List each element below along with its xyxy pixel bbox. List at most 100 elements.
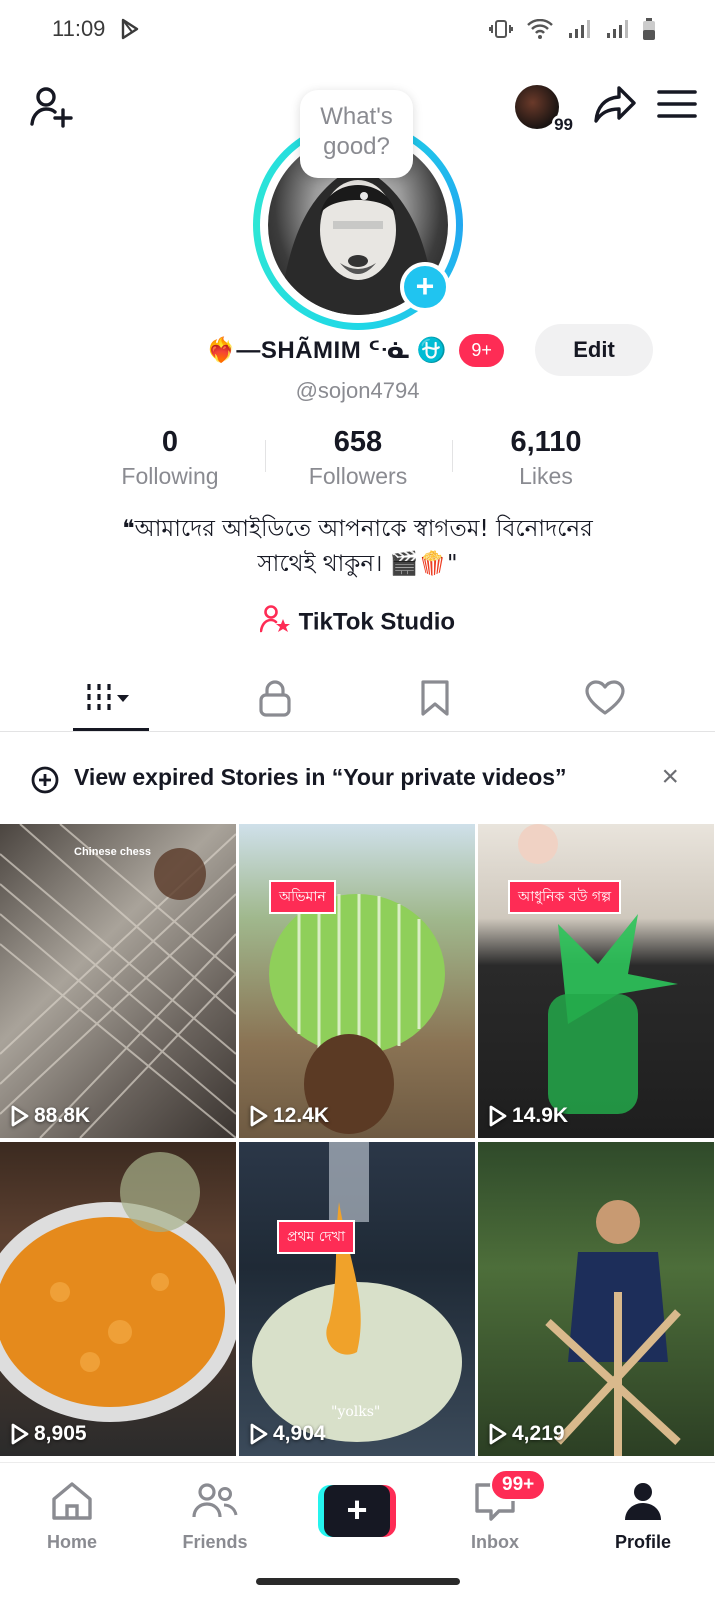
stat-likes[interactable]: 6,110 Likes (456, 426, 636, 490)
video-tag: প্রথম দেখা (277, 1220, 356, 1254)
tab-videos[interactable] (72, 664, 152, 732)
add-story-button[interactable]: + (400, 262, 450, 312)
nav-inbox-label: Inbox (471, 1532, 519, 1552)
view-count-text: 14.9K (512, 1104, 569, 1127)
notification-badge[interactable]: 9+ (459, 333, 504, 367)
home-icon (52, 1482, 92, 1520)
lock-icon (259, 680, 291, 717)
bio-line-1: ❝আমাদের আইডিতে আপনাকে স্বাগতম! বিনোদনের (122, 516, 593, 542)
profile-tabs (0, 664, 715, 732)
display-name: ❤️‍🔥—SHÃMIM ᑦᓍ ⛎ (206, 336, 448, 364)
view-count-text: 88.8K (34, 1104, 91, 1127)
tab-liked[interactable] (565, 664, 645, 732)
friends-icon (192, 1483, 238, 1518)
video-caption: Chinese chess (74, 846, 152, 858)
banner-text: View expired Stories in “Your private vi… (74, 764, 567, 790)
play-icon (11, 1105, 29, 1127)
plus-icon: + (324, 1485, 390, 1537)
play-icon (250, 1105, 268, 1127)
signal-icon-2 (605, 19, 629, 44)
following-label: Following (121, 463, 219, 489)
tab-private[interactable] (235, 664, 315, 732)
bio-line-2: সাথেই থাকুন। 🎬🍿" (257, 551, 458, 577)
video-tile[interactable]: 8,905 (0, 1142, 236, 1456)
profile-icon (625, 1483, 661, 1520)
add-user-icon (30, 87, 73, 128)
video-tag: আধুনিক বউ গল্প (508, 880, 622, 914)
username: @sojon4794 (295, 378, 420, 403)
expired-stories-banner[interactable]: View expired Stories in “Your private vi… (0, 748, 715, 808)
view-count: 12.4K (249, 1104, 329, 1128)
video-tile[interactable]: 4,219 (478, 1142, 714, 1456)
share-icon (594, 86, 636, 123)
stat-followers[interactable]: 658 Followers (268, 426, 448, 490)
video-tag: অভিমান (269, 880, 336, 914)
video-tile[interactable]: আধুনিক বউ গল্প 14.9K (478, 824, 714, 1138)
followers-label: Followers (308, 463, 408, 489)
play-icon (11, 1423, 29, 1445)
play-store-icon (120, 18, 140, 45)
stat-divider (265, 440, 266, 472)
play-icon (489, 1105, 507, 1127)
inbox-badge: 99+ (490, 1469, 547, 1501)
video-tile[interactable]: প্রথম দেখা "yolks" 4,904 (239, 1142, 475, 1456)
followers-count: 658 (333, 426, 383, 458)
nav-home-label: Home (46, 1532, 97, 1552)
tab-favorites[interactable] (395, 664, 475, 732)
tiktok-studio-link[interactable]: TikTok Studio (0, 604, 715, 641)
video-tile[interactable]: অভিমান 12.4K (239, 824, 475, 1138)
stat-following[interactable]: 0 Following (80, 426, 260, 490)
view-count-text: 4,904 (273, 1422, 326, 1445)
edit-profile-button[interactable]: Edit (535, 324, 653, 376)
story-add-icon (30, 765, 60, 800)
likes-label: Likes (519, 463, 573, 489)
heart-icon (585, 680, 625, 715)
status-bubble[interactable]: What's good? (300, 90, 413, 178)
studio-icon (259, 605, 299, 640)
videos-grid-icon (87, 684, 129, 712)
vibrate-icon (489, 19, 513, 44)
view-count-text: 8,905 (34, 1422, 87, 1445)
view-count: 88.8K (10, 1104, 90, 1128)
wifi-icon (527, 18, 553, 44)
nav-profile[interactable]: Profile (588, 1481, 698, 1553)
close-icon[interactable]: × (661, 760, 679, 794)
view-count-text: 12.4K (273, 1104, 330, 1127)
create-button[interactable]: + (318, 1485, 396, 1537)
add-friend-button[interactable] (30, 86, 76, 133)
nav-friends[interactable]: Friends (160, 1481, 270, 1553)
bubble-text-line1: What's (320, 103, 393, 130)
following-count: 0 (161, 426, 179, 458)
nav-friends-label: Friends (182, 1532, 248, 1552)
signal-icon (567, 19, 591, 44)
likes-count: 6,110 (510, 426, 582, 458)
bubble-pointer (360, 192, 368, 200)
view-count: 14.9K (488, 1104, 568, 1128)
view-count: 8,905 (10, 1422, 87, 1446)
view-count: 4,219 (488, 1422, 565, 1446)
bookmark-icon (421, 680, 449, 716)
view-count: 4,904 (249, 1422, 326, 1446)
nav-profile-label: Profile (614, 1532, 671, 1552)
status-time: 11:09 (52, 16, 106, 41)
stat-divider (452, 440, 453, 472)
bubble-text-line2: good? (323, 133, 390, 160)
studio-label: TikTok Studio (298, 608, 456, 636)
story-count-badge: 99 (552, 114, 575, 135)
active-tab-indicator (73, 728, 149, 731)
menu-button[interactable] (657, 88, 697, 125)
play-icon (489, 1423, 507, 1445)
nav-home[interactable]: Home (17, 1481, 127, 1553)
share-profile-button[interactable] (593, 84, 637, 129)
display-name-row: ❤️‍🔥—SHÃMIM ᑦᓍ ⛎ 9+ (206, 328, 504, 372)
hamburger-menu-icon (657, 90, 697, 118)
battery-icon (643, 18, 655, 45)
view-count-text: 4,219 (512, 1422, 565, 1445)
bio[interactable]: ❝আমাদের আইডিতে আপনাকে স্বাগতম! বিনোদনের … (40, 512, 675, 582)
video-tile[interactable]: Chinese chess 88.8K (0, 824, 236, 1138)
story-avatar-button[interactable]: 99 (515, 84, 575, 135)
home-indicator (256, 1578, 460, 1585)
play-icon (250, 1423, 268, 1445)
status-bar: 11:09 (0, 0, 715, 60)
video-caption: "yolks" (331, 1404, 381, 1420)
